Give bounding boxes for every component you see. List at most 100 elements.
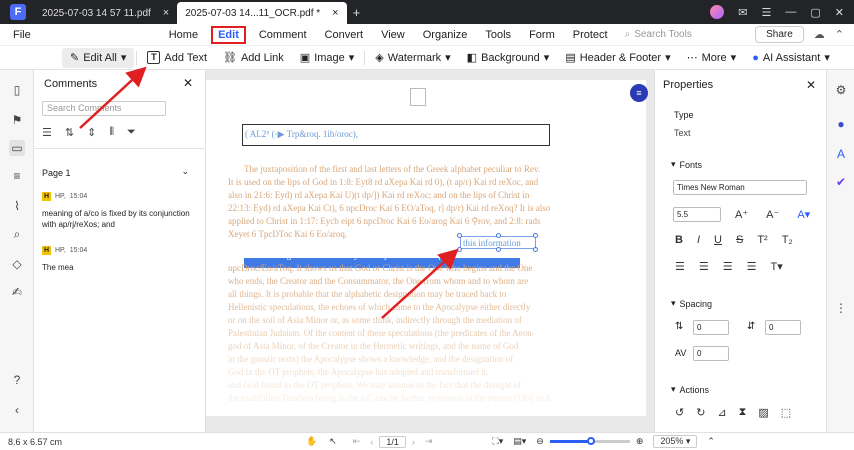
document-line[interactable]: 22:13: Eyd) rd aXepa Kai Ct), 6 npcDroc … xyxy=(228,203,550,213)
comment-icon[interactable]: ▭ xyxy=(9,140,25,156)
comments-search-input[interactable]: Search Comments xyxy=(42,101,166,116)
resize-handle[interactable] xyxy=(533,247,538,252)
document-line[interactable]: applied to Christ in 1:17: Eycb eipt 6 n… xyxy=(228,216,540,227)
decrease-font-icon[interactable]: A⁻ xyxy=(766,208,779,221)
collapse-icon[interactable]: ⌃ xyxy=(835,28,844,41)
menu-organize[interactable]: Organize xyxy=(414,29,477,41)
share-button[interactable]: Share xyxy=(755,26,804,43)
sort-icon[interactable]: ⇅ xyxy=(65,126,74,139)
zoom-slider[interactable] xyxy=(549,437,630,445)
layers-icon[interactable]: ◇ xyxy=(9,256,25,272)
zoom-slider-handle[interactable] xyxy=(587,437,596,445)
tab-document-2[interactable]: 2025-07-03 14...11_OCR.pdf * × xyxy=(177,2,347,24)
edit-all-button[interactable]: ✎ Edit All ▾ xyxy=(62,47,135,68)
menu-home[interactable]: Home xyxy=(160,29,207,41)
strikethrough-icon[interactable]: S xyxy=(736,234,743,246)
maximize-icon[interactable]: ▢ xyxy=(810,6,820,19)
header-footer-button[interactable]: ▤ Header & Footer ▾ xyxy=(557,51,678,65)
menu-comment[interactable]: Comment xyxy=(250,29,316,41)
resize-handle[interactable] xyxy=(496,247,501,252)
header-text-field[interactable]: ( AL2⁵ (·▶ Trp&roq. 1ib/oroc), xyxy=(242,124,550,146)
close-window-icon[interactable]: ✕ xyxy=(835,6,844,19)
close-icon[interactable]: × xyxy=(163,7,169,19)
expand-icon[interactable]: ⇕ xyxy=(87,126,96,139)
tab-document-1[interactable]: 2025-07-03 14 57 11.pdf × xyxy=(34,2,177,24)
superscript-icon[interactable]: T² xyxy=(757,234,767,246)
menu-tools[interactable]: Tools xyxy=(476,29,520,41)
close-icon[interactable]: × xyxy=(332,7,338,19)
flip-vertical-icon[interactable]: ⧗ xyxy=(739,406,747,419)
zoom-in-icon[interactable]: ⊕ xyxy=(636,436,644,447)
search-tools[interactable]: ⌕ Search Tools xyxy=(625,29,692,40)
pdf-page[interactable]: ( AL2⁵ (·▶ Trp&roq. 1ib/oroc), The juxta… xyxy=(206,80,646,416)
check-icon[interactable]: ✔ xyxy=(833,174,849,190)
ai-assistant-button[interactable]: ● AI Assistant ▾ xyxy=(744,51,838,65)
fit-page-icon[interactable]: ⛶▾ xyxy=(492,436,503,447)
page-layout-icon[interactable]: ▤▾ xyxy=(513,436,526,447)
underline-icon[interactable]: U xyxy=(714,234,722,246)
bookmark-icon[interactable]: ⚑ xyxy=(9,112,25,128)
avatar[interactable] xyxy=(710,5,725,19)
menu-view[interactable]: View xyxy=(372,29,414,41)
last-page-icon[interactable]: ⇥ xyxy=(425,436,433,447)
upload-icon[interactable]: ☁ xyxy=(814,28,825,41)
page-number-input[interactable]: 1/1 xyxy=(379,435,406,448)
rotate-right-icon[interactable]: ↻ xyxy=(696,406,705,419)
font-family-select[interactable]: Times New Roman xyxy=(673,180,807,195)
close-icon[interactable]: ✕ xyxy=(183,76,193,90)
font-color-icon[interactable]: A▾ xyxy=(797,208,810,221)
text-box-content[interactable]: this information xyxy=(463,238,521,248)
zoom-out-icon[interactable]: ⊖ xyxy=(536,436,544,447)
italic-icon[interactable]: I xyxy=(697,234,700,246)
crop-icon[interactable]: ▨ xyxy=(758,406,768,419)
add-text-button[interactable]: T Add Text xyxy=(139,51,215,64)
document-line[interactable]: The meaning of a/co is fixed by its conj… xyxy=(244,250,491,260)
document-line[interactable]: It is used on the lips of God in 1:8: Ey… xyxy=(228,177,538,187)
chevron-left-icon[interactable]: ‹ xyxy=(9,402,25,418)
align-center-icon[interactable]: ☰ xyxy=(699,260,709,273)
settings-sliders-icon[interactable]: ⚙ xyxy=(833,82,849,98)
document-line[interactable]: The juxtaposition of the first and last … xyxy=(244,164,540,174)
translate-icon[interactable]: A xyxy=(833,146,849,162)
minimize-icon[interactable]: — xyxy=(785,6,796,18)
spacing-section[interactable]: ▾ Spacing xyxy=(671,298,712,309)
filter-icon[interactable]: ⏷ xyxy=(127,126,136,139)
image-button[interactable]: ▣ Image ▾ xyxy=(292,51,363,65)
select-tool-icon[interactable]: ↖ xyxy=(329,436,337,447)
font-size-select[interactable]: 5.5 xyxy=(673,207,721,222)
watermark-button[interactable]: ◈ Watermark ▾ xyxy=(367,51,458,65)
signature-icon[interactable]: ✍ xyxy=(9,284,25,300)
resize-handle[interactable] xyxy=(496,233,501,238)
text-format-icon[interactable]: T▾ xyxy=(771,260,783,273)
document-viewport[interactable]: ( AL2⁵ (·▶ Trp&roq. 1ib/oroc), The juxta… xyxy=(206,70,654,432)
line-spacing-input[interactable]: 0 xyxy=(693,320,729,335)
menu-icon[interactable]: ☰ xyxy=(762,6,772,19)
align-right-icon[interactable]: ☰ xyxy=(723,260,733,273)
resize-handle[interactable] xyxy=(457,247,462,252)
menu-protect[interactable]: Protect xyxy=(564,29,617,41)
first-page-icon[interactable]: ⇤ xyxy=(353,436,361,447)
ai-chat-icon[interactable]: ● xyxy=(833,116,849,132)
actions-section[interactable]: ▾ Actions xyxy=(671,384,709,395)
ai-float-icon[interactable]: ≡ xyxy=(630,84,648,102)
search-icon[interactable]: ⌕ xyxy=(9,226,25,242)
message-icon[interactable]: ✉ xyxy=(738,6,747,19)
attachment-icon[interactable]: ⌇ xyxy=(9,198,25,214)
more-button[interactable]: ⋯ More ▾ xyxy=(679,51,745,65)
app-logo-icon[interactable]: F xyxy=(10,4,26,20)
more-vertical-icon[interactable]: ⋮ xyxy=(833,300,849,316)
menu-convert[interactable]: Convert xyxy=(316,29,373,41)
comment-item[interactable]: H HP, 15:04 meaning of a/co is fixed by … xyxy=(42,192,197,230)
menu-file[interactable]: File xyxy=(4,29,40,41)
columns-icon[interactable]: ⫴ xyxy=(109,126,114,139)
subscript-icon[interactable]: T₂ xyxy=(782,234,793,246)
layers-list-icon[interactable]: ≡ xyxy=(9,168,25,184)
replace-icon[interactable]: ⬚ xyxy=(781,406,791,419)
new-tab-button[interactable]: + xyxy=(353,5,361,20)
bold-icon[interactable]: B xyxy=(675,234,683,246)
help-icon[interactable]: ? xyxy=(9,372,25,388)
add-link-button[interactable]: ⛓ Add Link xyxy=(215,51,292,65)
collapse-up-icon[interactable]: ⌃ xyxy=(707,436,715,447)
menu-form[interactable]: Form xyxy=(520,29,564,41)
increase-font-icon[interactable]: A⁺ xyxy=(735,208,748,221)
